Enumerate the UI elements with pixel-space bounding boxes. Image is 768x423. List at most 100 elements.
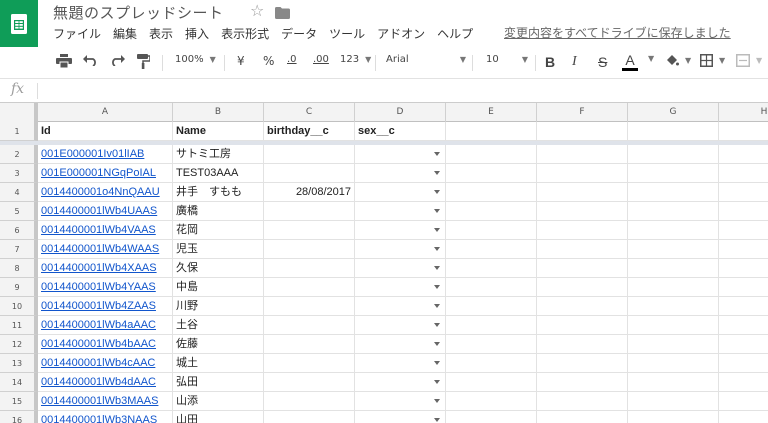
percent-format-button[interactable]: %: [263, 54, 274, 68]
dropdown-arrow-icon[interactable]: [434, 152, 440, 156]
row-header[interactable]: 11: [0, 316, 38, 335]
select-all-corner[interactable]: [0, 103, 38, 122]
cell-name[interactable]: 山田: [173, 411, 264, 423]
cell[interactable]: [446, 354, 537, 373]
cell-id-link[interactable]: 0014400001lWb4UAAS: [38, 202, 173, 221]
cell[interactable]: [628, 164, 719, 183]
bold-button[interactable]: B: [545, 54, 555, 70]
cell-sex-dropdown[interactable]: [355, 316, 446, 335]
cell-name[interactable]: 弘田: [173, 373, 264, 392]
cell-birthday[interactable]: [264, 202, 355, 221]
cell-id-link[interactable]: 0014400001lWb4VAAS: [38, 221, 173, 240]
cell[interactable]: [628, 259, 719, 278]
sheets-logo-icon[interactable]: [0, 0, 38, 47]
menu-insert[interactable]: 挿入: [185, 25, 209, 42]
cell[interactable]: [537, 278, 628, 297]
column-header-f[interactable]: F: [537, 103, 628, 122]
cell[interactable]: [628, 278, 719, 297]
row-header[interactable]: 13: [0, 354, 38, 373]
cell-sex-dropdown[interactable]: [355, 202, 446, 221]
cell-id-link[interactable]: 001E000001NGqPoIAL: [38, 164, 173, 183]
cell-sex-dropdown[interactable]: [355, 278, 446, 297]
cell[interactable]: [446, 164, 537, 183]
cell[interactable]: [537, 122, 628, 141]
cell[interactable]: [719, 316, 768, 335]
cell[interactable]: [719, 335, 768, 354]
font-size-select[interactable]: 10 ▼: [486, 54, 528, 65]
cell-id-link[interactable]: 0014400001lWb4YAAS: [38, 278, 173, 297]
cell-name[interactable]: サトミ工房: [173, 145, 264, 164]
font-family-select[interactable]: Arial ▼: [386, 54, 466, 65]
cell[interactable]: [446, 240, 537, 259]
column-header-g[interactable]: G: [628, 103, 719, 122]
cell-name[interactable]: 山添: [173, 392, 264, 411]
dropdown-arrow-icon[interactable]: [434, 266, 440, 270]
cell-birthday[interactable]: [264, 392, 355, 411]
cell[interactable]: [719, 164, 768, 183]
cell-birthday[interactable]: [264, 297, 355, 316]
cell[interactable]: [628, 335, 719, 354]
menu-help[interactable]: ヘルプ: [437, 25, 473, 42]
cell-name[interactable]: 廣橋: [173, 202, 264, 221]
cell[interactable]: [628, 297, 719, 316]
cell-sex-dropdown[interactable]: [355, 221, 446, 240]
cell-birthday[interactable]: 28/08/2017: [264, 183, 355, 202]
cell-sex-dropdown[interactable]: [355, 373, 446, 392]
dropdown-arrow-icon[interactable]: [434, 418, 440, 422]
cell[interactable]: [446, 392, 537, 411]
cell-name[interactable]: 児玉: [173, 240, 264, 259]
star-icon[interactable]: ☆: [250, 1, 264, 20]
cell-name[interactable]: 井手 すもも: [173, 183, 264, 202]
cell[interactable]: [446, 145, 537, 164]
header-cell-name[interactable]: Name: [173, 122, 264, 141]
cell-id-link[interactable]: 0014400001lWb3NAAS: [38, 411, 173, 423]
menu-format[interactable]: 表示形式: [221, 25, 269, 42]
borders-button[interactable]: ▼: [700, 54, 725, 67]
redo-button[interactable]: [110, 54, 125, 66]
cell[interactable]: [719, 392, 768, 411]
cell[interactable]: [446, 297, 537, 316]
cell-birthday[interactable]: [264, 240, 355, 259]
row-header[interactable]: 1: [0, 122, 38, 141]
cell[interactable]: [537, 259, 628, 278]
menu-tools[interactable]: ツール: [329, 25, 365, 42]
cell-sex-dropdown[interactable]: [355, 145, 446, 164]
cell[interactable]: [537, 297, 628, 316]
cell[interactable]: [537, 373, 628, 392]
dropdown-arrow-icon[interactable]: [434, 209, 440, 213]
row-header[interactable]: 10: [0, 297, 38, 316]
row-header[interactable]: 5: [0, 202, 38, 221]
more-formats-button[interactable]: 123 ▼: [340, 54, 371, 65]
cell-id-link[interactable]: 0014400001lWb4WAAS: [38, 240, 173, 259]
cell[interactable]: [628, 221, 719, 240]
cell[interactable]: [719, 373, 768, 392]
cell[interactable]: [537, 240, 628, 259]
column-header-b[interactable]: B: [173, 103, 264, 122]
cell-name[interactable]: TEST03AAA: [173, 164, 264, 183]
cell[interactable]: [628, 145, 719, 164]
cell[interactable]: [719, 202, 768, 221]
cell[interactable]: [537, 221, 628, 240]
italic-button[interactable]: I: [572, 54, 577, 70]
cell[interactable]: [628, 240, 719, 259]
cell[interactable]: [537, 411, 628, 423]
cell[interactable]: [719, 122, 768, 141]
paint-format-button[interactable]: [137, 54, 150, 69]
dropdown-arrow-icon[interactable]: [434, 342, 440, 346]
cell[interactable]: [719, 354, 768, 373]
cell[interactable]: [719, 297, 768, 316]
dropdown-arrow-icon[interactable]: [434, 285, 440, 289]
dropdown-arrow-icon[interactable]: [434, 399, 440, 403]
cell-sex-dropdown[interactable]: [355, 411, 446, 423]
cell[interactable]: [628, 183, 719, 202]
cell-sex-dropdown[interactable]: [355, 259, 446, 278]
menu-view[interactable]: 表示: [149, 25, 173, 42]
text-color-button[interactable]: A: [622, 53, 638, 71]
text-color-caret[interactable]: ▼: [642, 54, 654, 63]
cell-id-link[interactable]: 0014400001lWb4bAAC: [38, 335, 173, 354]
cell-birthday[interactable]: [264, 411, 355, 423]
cell[interactable]: [628, 373, 719, 392]
document-title[interactable]: 無題のスプレッドシート: [53, 2, 224, 23]
cell[interactable]: [446, 221, 537, 240]
formula-input[interactable]: [44, 79, 768, 103]
